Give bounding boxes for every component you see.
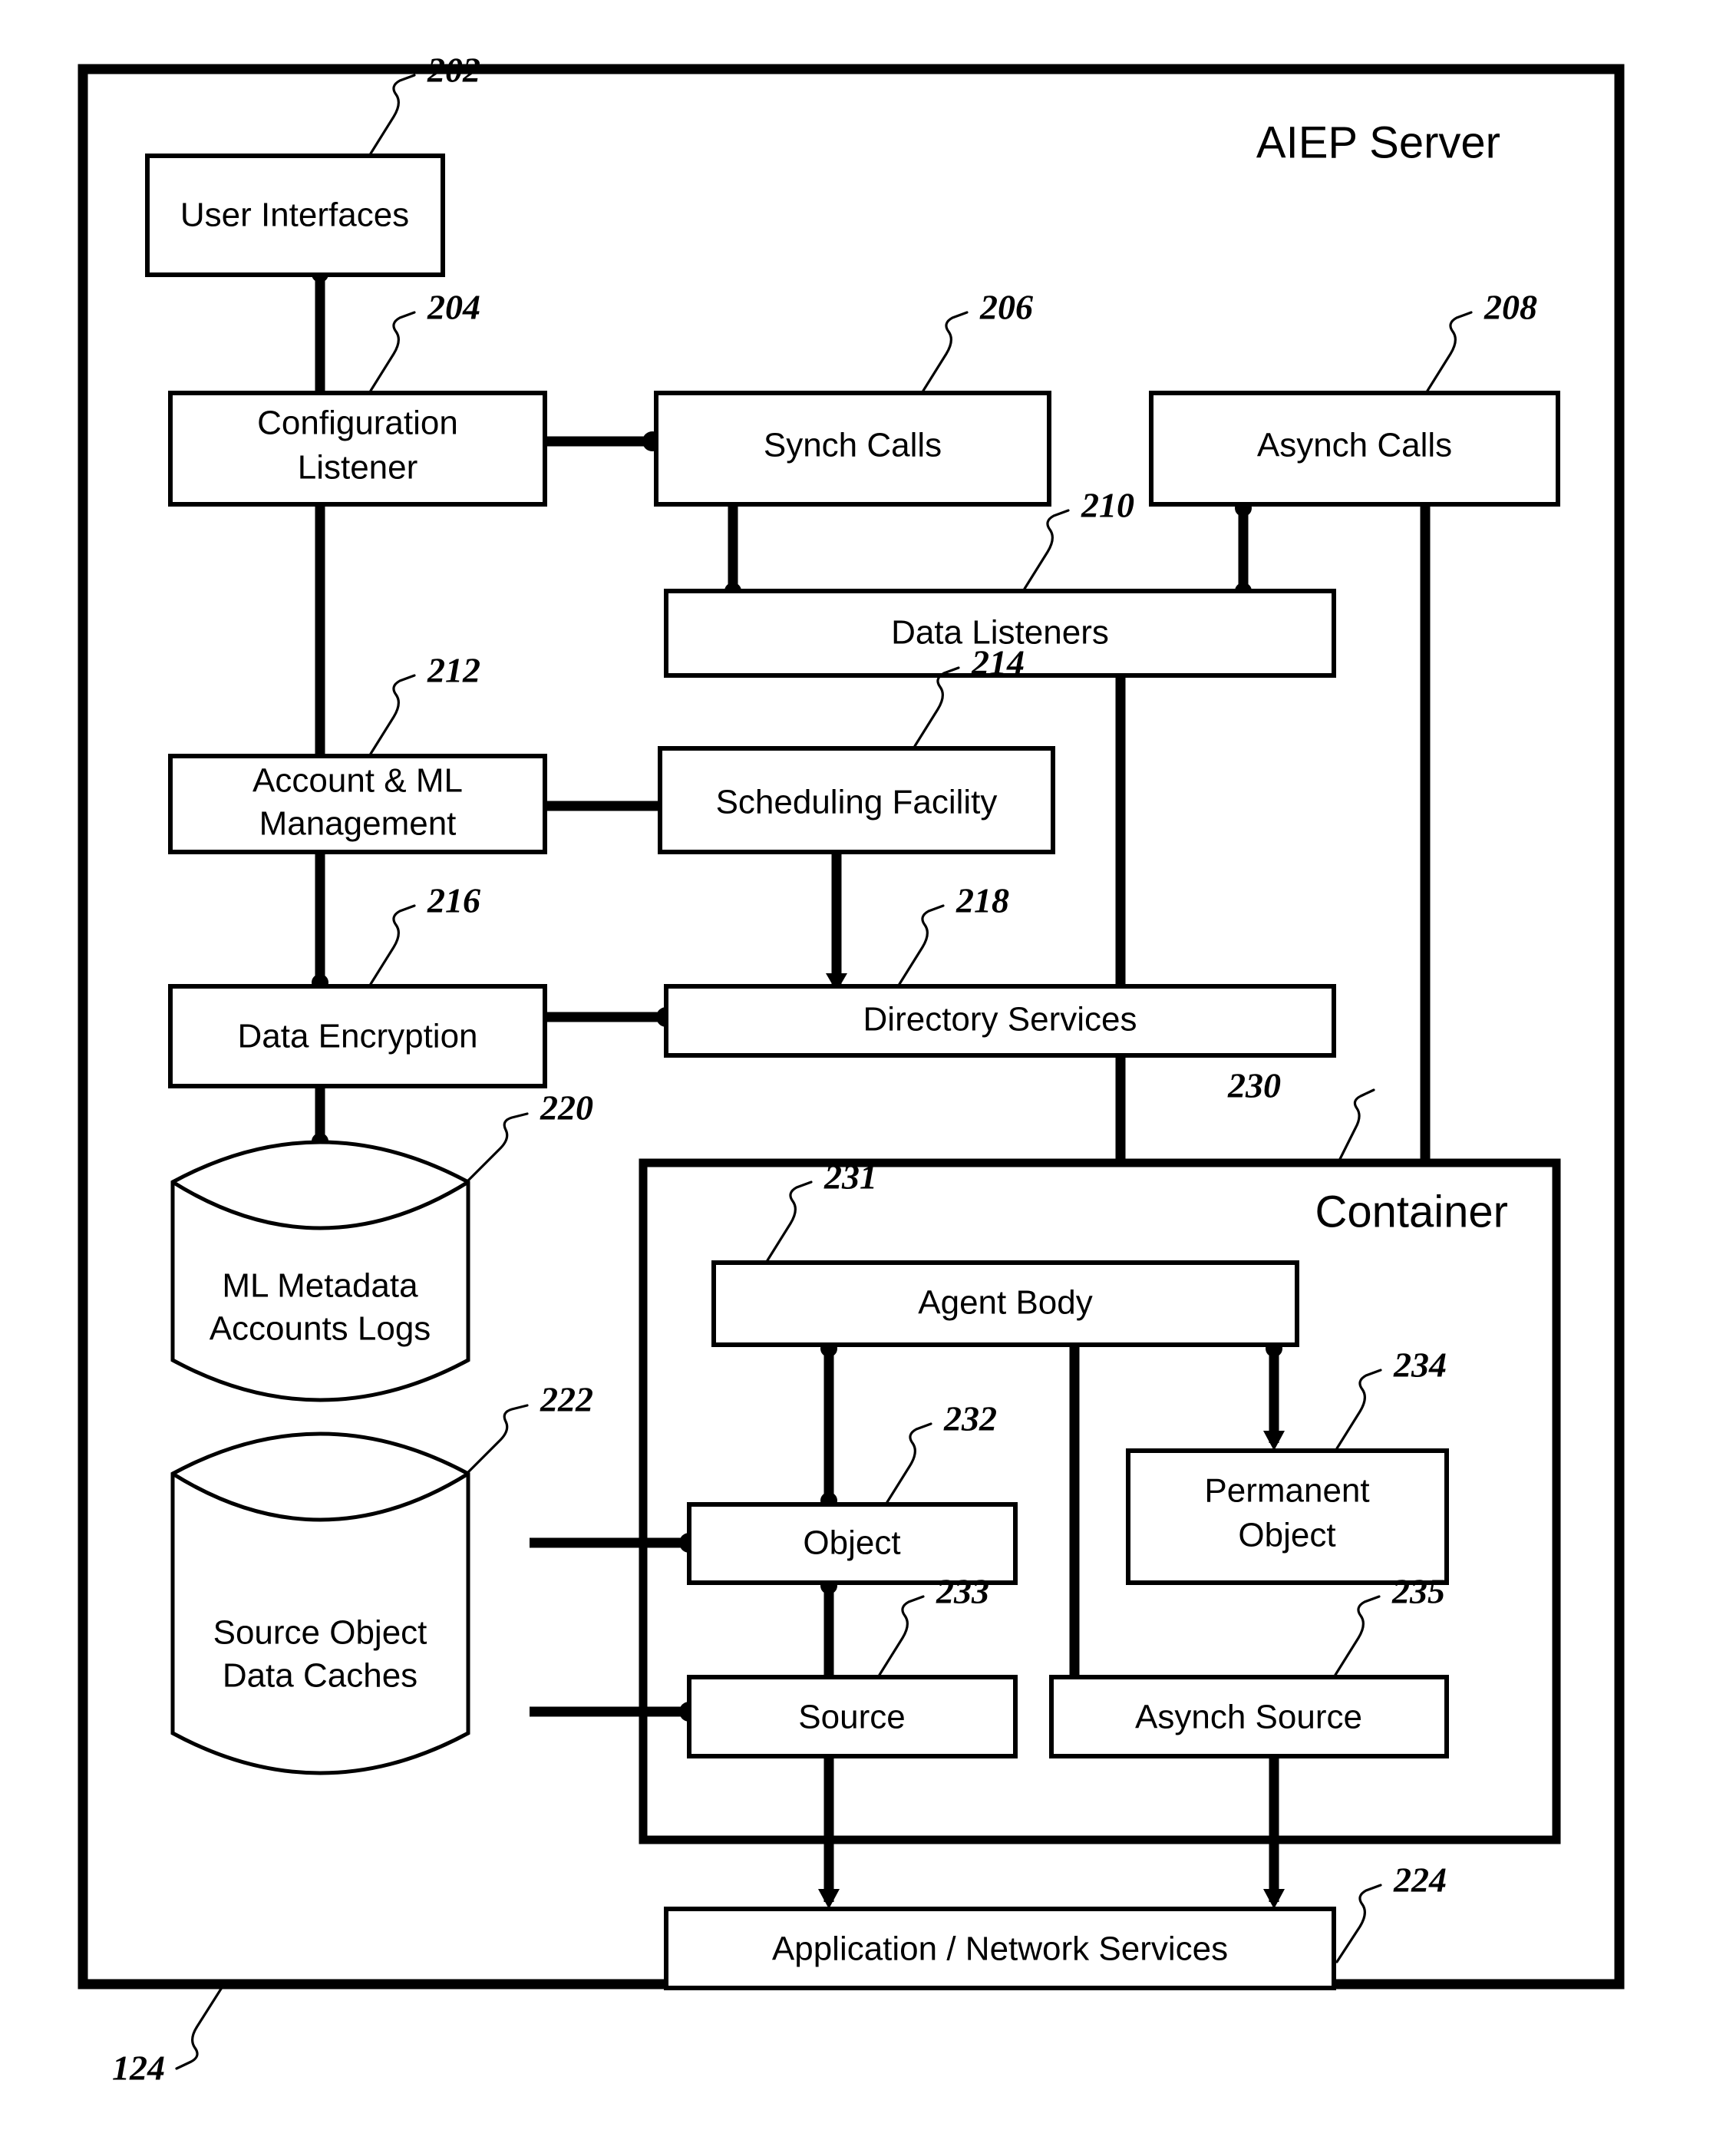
- patent-figure: AIEP Server 124 Container 230 User Inter…: [0, 0, 1736, 2153]
- node-scheduling-facility-label: Scheduling Facility: [716, 784, 998, 821]
- ref-leader-222: [464, 1404, 529, 1476]
- node-source-object-cache-label-line2: Data Caches: [223, 1657, 417, 1695]
- ref-number-232: 232: [943, 1399, 997, 1438]
- node-ml-metadata-store[interactable]: ML Metadata Accounts Logs: [170, 1140, 470, 1402]
- ref-leader-218: [898, 904, 945, 986]
- ref-number-206: 206: [979, 288, 1033, 327]
- ref-leader-224: [1335, 1884, 1382, 1963]
- ref-number-208: 208: [1484, 288, 1537, 327]
- ref-leader-214: [913, 666, 960, 748]
- node-directory-services[interactable]: Directory Services: [664, 984, 1336, 1058]
- ref-leader-208: [1426, 311, 1473, 392]
- node-user-interfaces-label: User Interfaces: [180, 196, 409, 234]
- node-account-ml-management[interactable]: Account & ML Management: [168, 754, 547, 854]
- ref-number-202: 202: [427, 51, 480, 90]
- arrowhead: [1263, 1889, 1285, 1909]
- ref-number-214: 214: [971, 643, 1025, 682]
- arrowhead: [818, 1889, 840, 1909]
- ref-leader-232: [886, 1422, 932, 1504]
- ref-leader-231: [766, 1181, 813, 1262]
- node-configuration-listener-label-line1: Configuration: [257, 405, 458, 442]
- container-title: Container: [1315, 1187, 1508, 1237]
- node-ml-metadata-store-label-line1: ML Metadata: [222, 1267, 418, 1305]
- ref-number-124: 124: [112, 2049, 165, 2088]
- ref-number-212: 212: [427, 651, 480, 690]
- node-directory-services-label: Directory Services: [863, 1001, 1137, 1039]
- ref-number-231: 231: [823, 1157, 877, 1197]
- node-asynch-source[interactable]: Asynch Source: [1049, 1675, 1449, 1758]
- node-permanent-object-label-line2: Object: [1238, 1517, 1335, 1554]
- node-configuration-listener-label-line2: Listener: [298, 449, 418, 487]
- node-agent-body-label: Agent Body: [918, 1284, 1093, 1322]
- node-source-object-cache[interactable]: Source Object Data Caches: [170, 1431, 470, 1775]
- ref-number-235: 235: [1391, 1572, 1445, 1611]
- node-user-interfaces[interactable]: User Interfaces: [145, 154, 445, 277]
- ref-leader-234: [1335, 1369, 1382, 1450]
- node-synch-calls[interactable]: Synch Calls: [654, 391, 1051, 507]
- node-data-encryption-label: Data Encryption: [237, 1018, 477, 1055]
- node-account-ml-management-label-line2: Management: [259, 805, 457, 843]
- ref-leader-206: [922, 311, 969, 392]
- arrowhead: [1263, 1431, 1285, 1451]
- ref-number-216: 216: [427, 881, 480, 920]
- node-synch-calls-label: Synch Calls: [764, 427, 942, 464]
- ref-leader-204: [369, 311, 416, 392]
- node-source-object-cache-label-line1: Source Object: [213, 1614, 427, 1652]
- ref-leader-216: [369, 904, 416, 986]
- node-agent-body[interactable]: Agent Body: [711, 1260, 1299, 1347]
- ref-number-218: 218: [955, 881, 1009, 920]
- node-data-encryption[interactable]: Data Encryption: [168, 984, 547, 1088]
- ref-number-220: 220: [540, 1088, 593, 1128]
- ref-number-224: 224: [1393, 1861, 1447, 1900]
- node-asynch-calls[interactable]: Asynch Calls: [1149, 391, 1560, 507]
- node-scheduling-facility[interactable]: Scheduling Facility: [658, 746, 1055, 854]
- ref-leader-230: [1338, 1088, 1375, 1162]
- node-object-label: Object: [803, 1524, 900, 1562]
- node-application-network-services[interactable]: Application / Network Services: [664, 1907, 1336, 1990]
- node-source-label: Source: [798, 1699, 905, 1736]
- ref-number-210: 210: [1081, 486, 1134, 525]
- ref-number-230: 230: [1227, 1066, 1281, 1105]
- ref-leader-220: [464, 1112, 529, 1184]
- node-configuration-listener[interactable]: Configuration Listener: [168, 391, 547, 507]
- ref-leader-235: [1334, 1595, 1381, 1676]
- node-permanent-object-label-line1: Permanent: [1204, 1472, 1369, 1510]
- node-account-ml-management-label-line1: Account & ML: [252, 762, 463, 800]
- node-asynch-calls-label: Asynch Calls: [1257, 427, 1452, 464]
- ref-leader-124: [175, 1985, 224, 2070]
- ref-number-234: 234: [1393, 1346, 1447, 1385]
- node-application-network-services-label: Application / Network Services: [772, 1930, 1228, 1968]
- ref-leader-212: [369, 674, 416, 755]
- ref-leader-202: [369, 74, 416, 155]
- ref-number-233: 233: [936, 1572, 989, 1611]
- ref-leader-233: [878, 1595, 925, 1676]
- node-permanent-object[interactable]: Permanent Object: [1126, 1448, 1449, 1585]
- aiep-server-title: AIEP Server: [1256, 117, 1500, 167]
- ref-leader-210: [1023, 509, 1070, 590]
- ref-number-204: 204: [427, 288, 480, 327]
- ref-number-222: 222: [540, 1380, 593, 1419]
- node-ml-metadata-store-label-line2: Accounts Logs: [210, 1310, 431, 1348]
- node-asynch-source-label: Asynch Source: [1135, 1699, 1362, 1736]
- node-source[interactable]: Source: [687, 1675, 1018, 1758]
